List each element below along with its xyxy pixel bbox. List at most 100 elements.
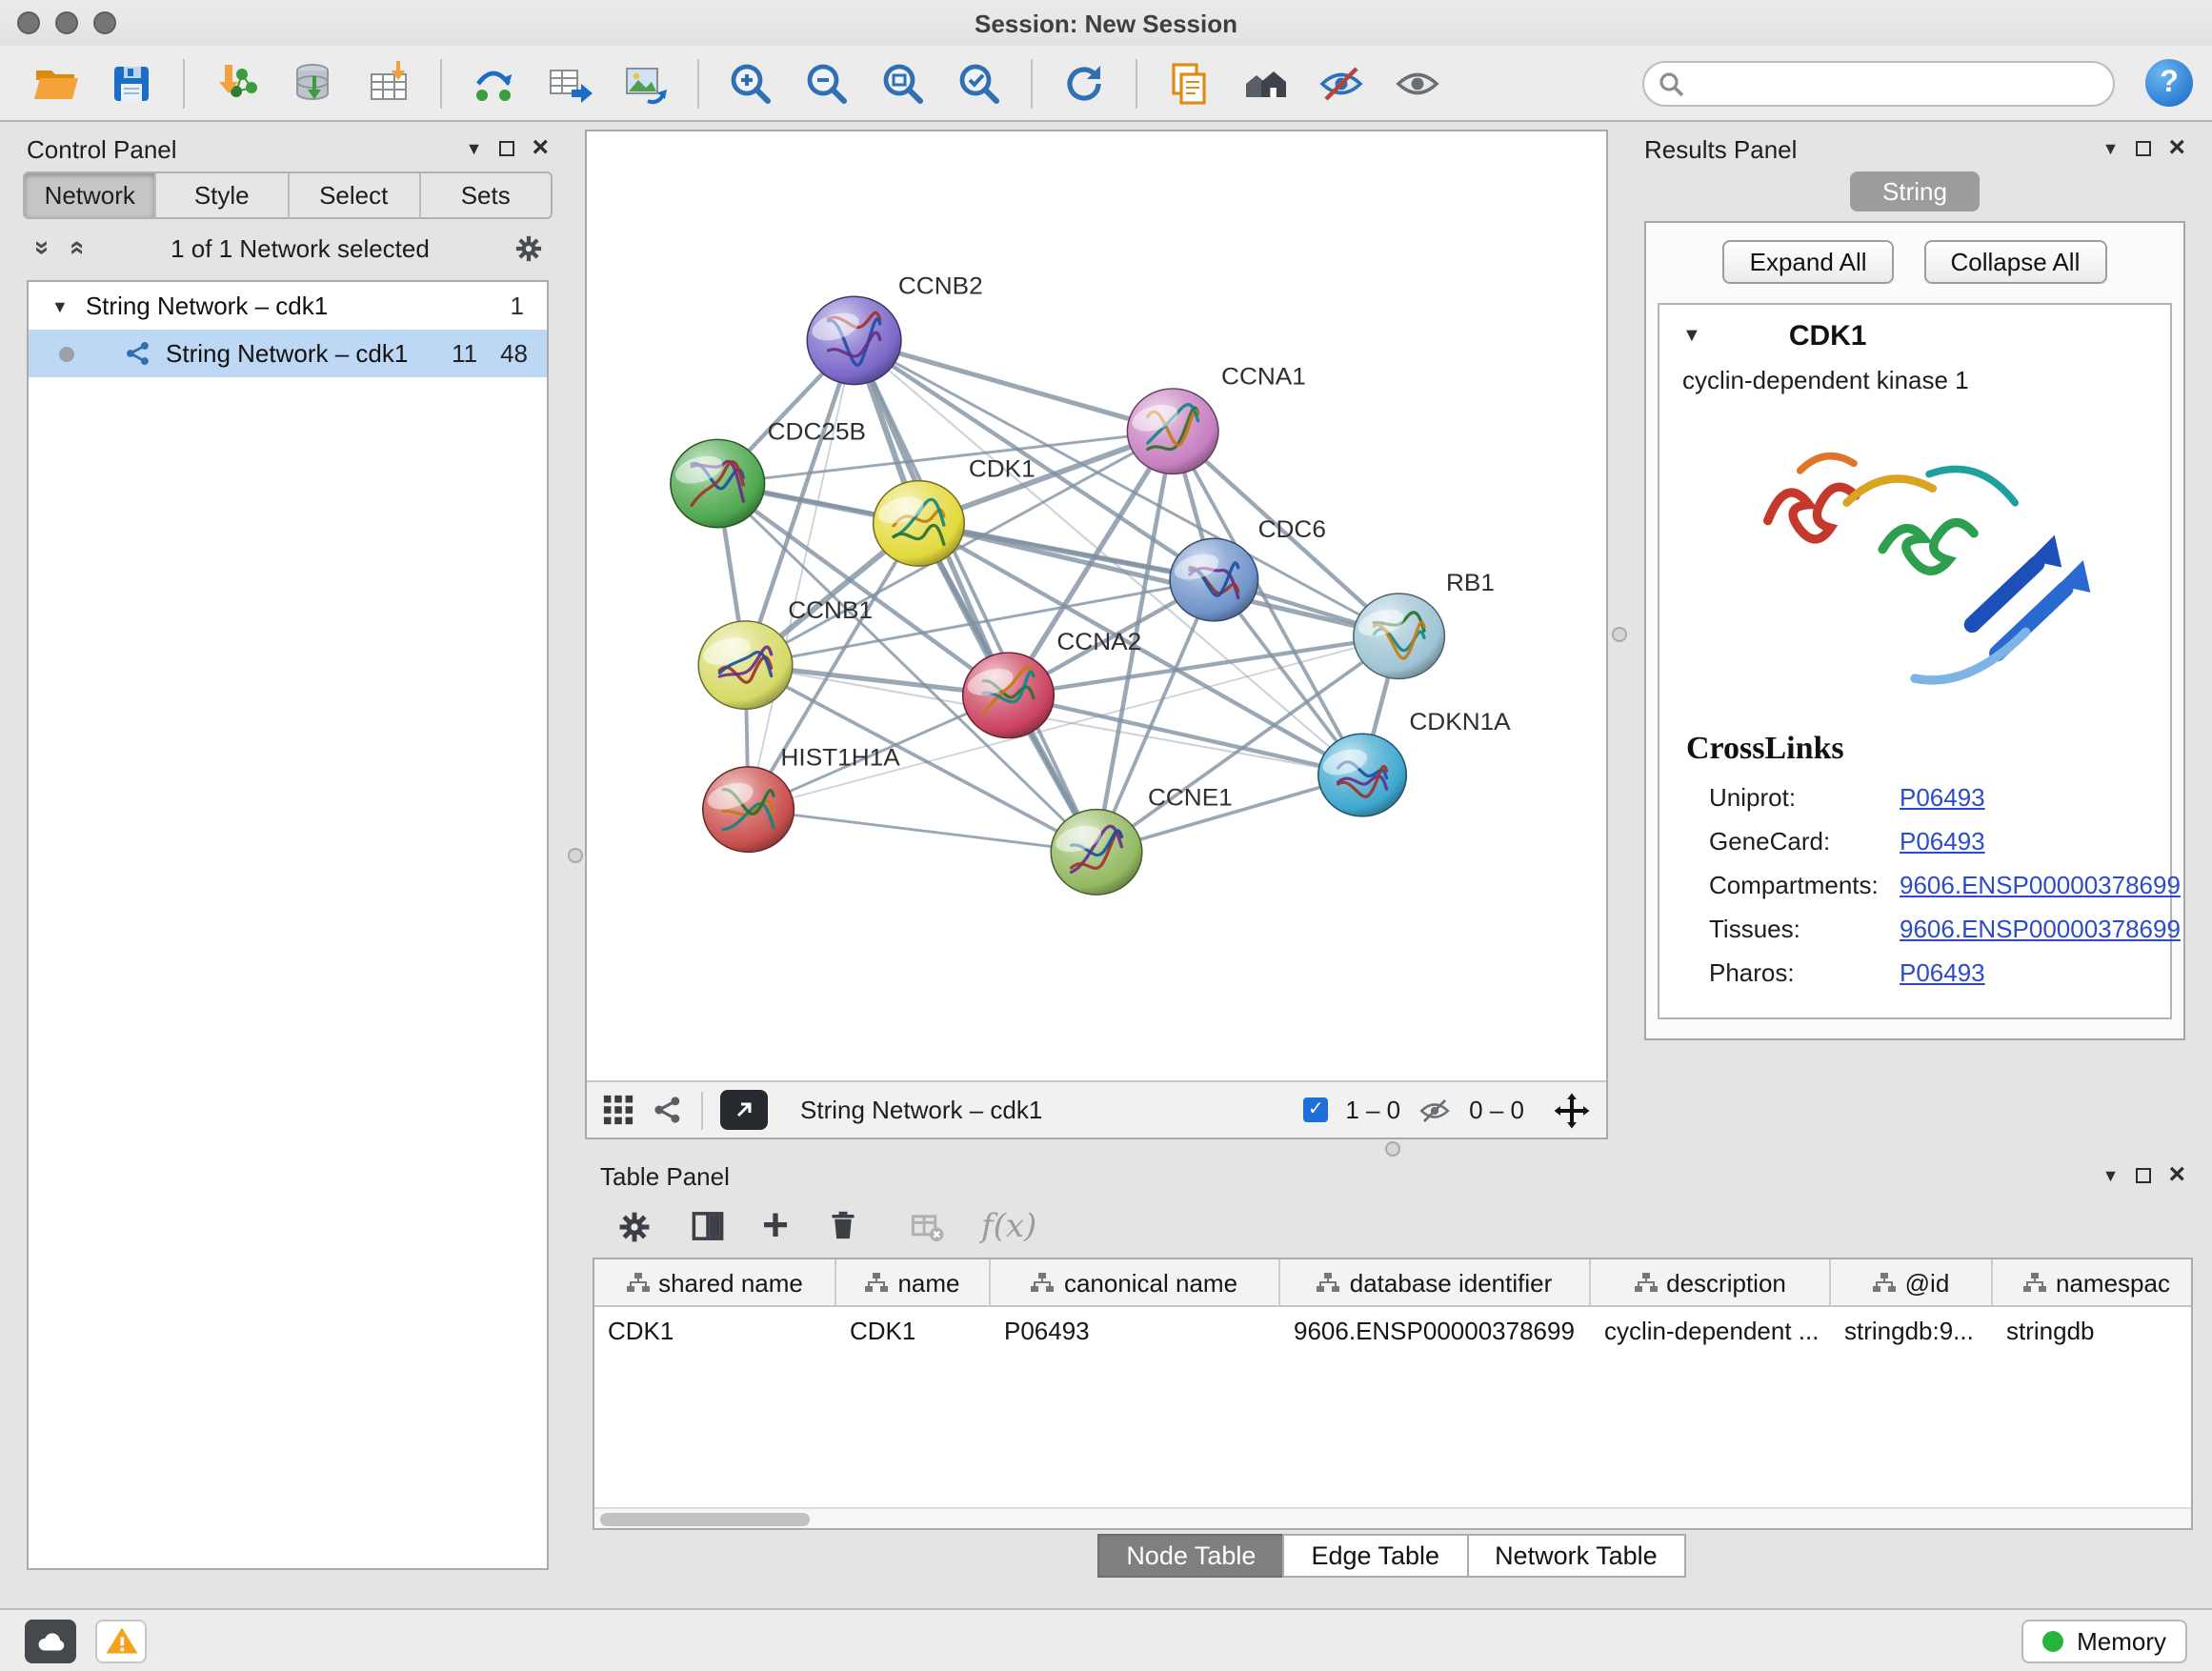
panel-close-icon[interactable]: × (2168, 139, 2185, 158)
panel-menu-icon[interactable]: ▼ (2102, 1166, 2120, 1185)
tab-select[interactable]: Select (289, 173, 421, 217)
zoom-in-button[interactable] (714, 50, 787, 115)
zoom-selected-button[interactable] (943, 50, 1016, 115)
export-table-button[interactable] (533, 50, 606, 115)
warnings-button[interactable] (95, 1619, 147, 1662)
tab-node-table[interactable]: Node Table (1097, 1534, 1284, 1578)
expand-all-button[interactable]: Expand All (1723, 240, 1894, 284)
node-CDKN1A[interactable] (1318, 734, 1407, 816)
tab-edge-table[interactable]: Edge Table (1282, 1534, 1468, 1578)
add-column-icon[interactable]: + (762, 1207, 789, 1245)
node-CCNB2[interactable] (807, 296, 901, 384)
table-cell[interactable]: P06493 (991, 1307, 1280, 1353)
edge-CCNB2-CCNE1[interactable] (855, 340, 1096, 852)
save-session-button[interactable] (95, 50, 168, 115)
horizontal-splitter[interactable] (585, 1139, 2201, 1157)
tab-network[interactable]: Network (25, 173, 157, 217)
column-header-namespac[interactable]: namespac (1993, 1259, 2193, 1305)
gear-icon[interactable] (513, 232, 545, 264)
collapse-all-button[interactable]: Collapse All (1924, 240, 2107, 284)
import-network-from-database-button[interactable] (276, 50, 349, 115)
home-button[interactable] (1229, 50, 1301, 115)
edge-CCNB2-CCNA1[interactable] (855, 340, 1174, 431)
panel-menu-icon[interactable]: ▼ (2102, 139, 2120, 158)
horizontal-scrollbar[interactable] (594, 1507, 2191, 1528)
hide-unselected-button[interactable] (1305, 50, 1377, 115)
crosslink-link[interactable]: 9606.ENSP00000378699 (1900, 871, 2181, 899)
table-cell[interactable]: stringdb (1993, 1307, 2193, 1353)
node-CCNB1[interactable] (698, 621, 793, 709)
columns-icon[interactable] (690, 1208, 726, 1244)
selected-nodes-checkbox-icon[interactable]: ✓ (1303, 1097, 1328, 1122)
column-header-description[interactable]: description (1591, 1259, 1831, 1305)
column-header-database-identifier[interactable]: database identifier (1280, 1259, 1591, 1305)
table-row[interactable]: CDK1CDK1P064939606.ENSP00000378699cyclin… (594, 1307, 2191, 1353)
network-collection-row[interactable]: ▼ String Network – cdk1 1 (29, 282, 547, 330)
network-row[interactable]: String Network – cdk1 11 48 (29, 330, 547, 377)
hidden-elements-eye-icon[interactable] (1418, 1093, 1452, 1127)
open-session-button[interactable] (19, 50, 91, 115)
birds-eye-view-icon[interactable] (602, 1094, 634, 1126)
crosslink-link[interactable]: 9606.ENSP00000378699 (1900, 915, 2181, 943)
column-header-name[interactable]: name (836, 1259, 991, 1305)
edge-HIST1H1A-CCNE1[interactable] (749, 810, 1096, 853)
collection-expand-icon[interactable]: ▼ (51, 296, 69, 315)
column-header-shared-name[interactable]: shared name (594, 1259, 836, 1305)
import-table-button[interactable] (352, 50, 425, 115)
crosslink-link[interactable]: P06493 (1900, 783, 1985, 812)
minimize-window-button[interactable] (55, 11, 78, 34)
apply-layout-button[interactable] (1048, 50, 1120, 115)
close-window-button[interactable] (17, 11, 40, 34)
node-CCNE1[interactable] (1051, 810, 1142, 895)
zoom-out-button[interactable] (791, 50, 863, 115)
tab-sets[interactable]: Sets (421, 173, 552, 217)
column-header-canonical-name[interactable]: canonical name (991, 1259, 1280, 1305)
table-cell[interactable]: CDK1 (836, 1307, 991, 1353)
crosslink-link[interactable]: P06493 (1900, 958, 1985, 987)
help-button[interactable]: ? (2145, 59, 2193, 107)
column-header--id[interactable]: @id (1831, 1259, 1993, 1305)
import-network-button[interactable] (200, 50, 272, 115)
table-cell[interactable]: cyclin-dependent ... (1591, 1307, 1831, 1353)
node-HIST1H1A[interactable] (703, 767, 794, 852)
edge-CCNB2-HIST1H1A[interactable] (749, 340, 855, 809)
node-CDC25B[interactable] (671, 439, 765, 527)
node-CCNA1[interactable] (1127, 389, 1218, 473)
zoom-fit-button[interactable] (867, 50, 939, 115)
zoom-window-button[interactable] (93, 11, 116, 34)
network-icon[interactable] (652, 1094, 684, 1126)
vertical-splitter[interactable] (564, 130, 585, 1581)
tab-string[interactable]: String (1850, 171, 1980, 211)
panel-close-icon[interactable]: × (2168, 1166, 2185, 1185)
table-cell[interactable]: CDK1 (594, 1307, 836, 1353)
panel-menu-icon[interactable]: ▼ (466, 139, 483, 158)
node-CDK1[interactable] (874, 481, 965, 566)
collapse-all-icon[interactable]: » (29, 234, 59, 261)
gear-icon[interactable] (615, 1207, 654, 1245)
node-CCNA2[interactable] (963, 653, 1055, 737)
table-cell[interactable]: stringdb:9... (1831, 1307, 1993, 1353)
collapse-card-icon[interactable]: ▼ (1682, 326, 1701, 347)
new-network-button[interactable] (457, 50, 530, 115)
table-cell[interactable]: 9606.ENSP00000378699 (1280, 1307, 1591, 1353)
panel-float-icon[interactable] (2136, 1168, 2151, 1183)
tab-style[interactable]: Style (157, 173, 290, 217)
network-canvas[interactable]: CCNB2CCNA1CDC25BCDK1CDC6RB1CCNB1CCNA2CDK… (587, 131, 1606, 1080)
copy-style-button[interactable] (1153, 50, 1225, 115)
cloud-button[interactable] (25, 1619, 76, 1662)
export-view-button[interactable] (720, 1090, 768, 1130)
export-image-button[interactable] (610, 50, 682, 115)
delete-table-icon[interactable] (909, 1208, 945, 1244)
panel-float-icon[interactable] (499, 141, 514, 156)
vertical-splitter[interactable] (1608, 130, 1629, 1139)
tab-network-table[interactable]: Network Table (1466, 1534, 1686, 1578)
scrollbar-thumb[interactable] (600, 1513, 810, 1526)
pan-crosshair-icon[interactable] (1553, 1091, 1591, 1129)
search-input[interactable] (1642, 60, 2115, 106)
function-builder-icon[interactable]: f(x) (981, 1207, 1036, 1245)
show-all-button[interactable] (1381, 50, 1454, 115)
node-RB1[interactable] (1354, 594, 1445, 678)
crosslink-link[interactable]: P06493 (1900, 827, 1985, 856)
panel-float-icon[interactable] (2136, 141, 2151, 156)
memory-button[interactable]: Memory (2021, 1619, 2187, 1662)
